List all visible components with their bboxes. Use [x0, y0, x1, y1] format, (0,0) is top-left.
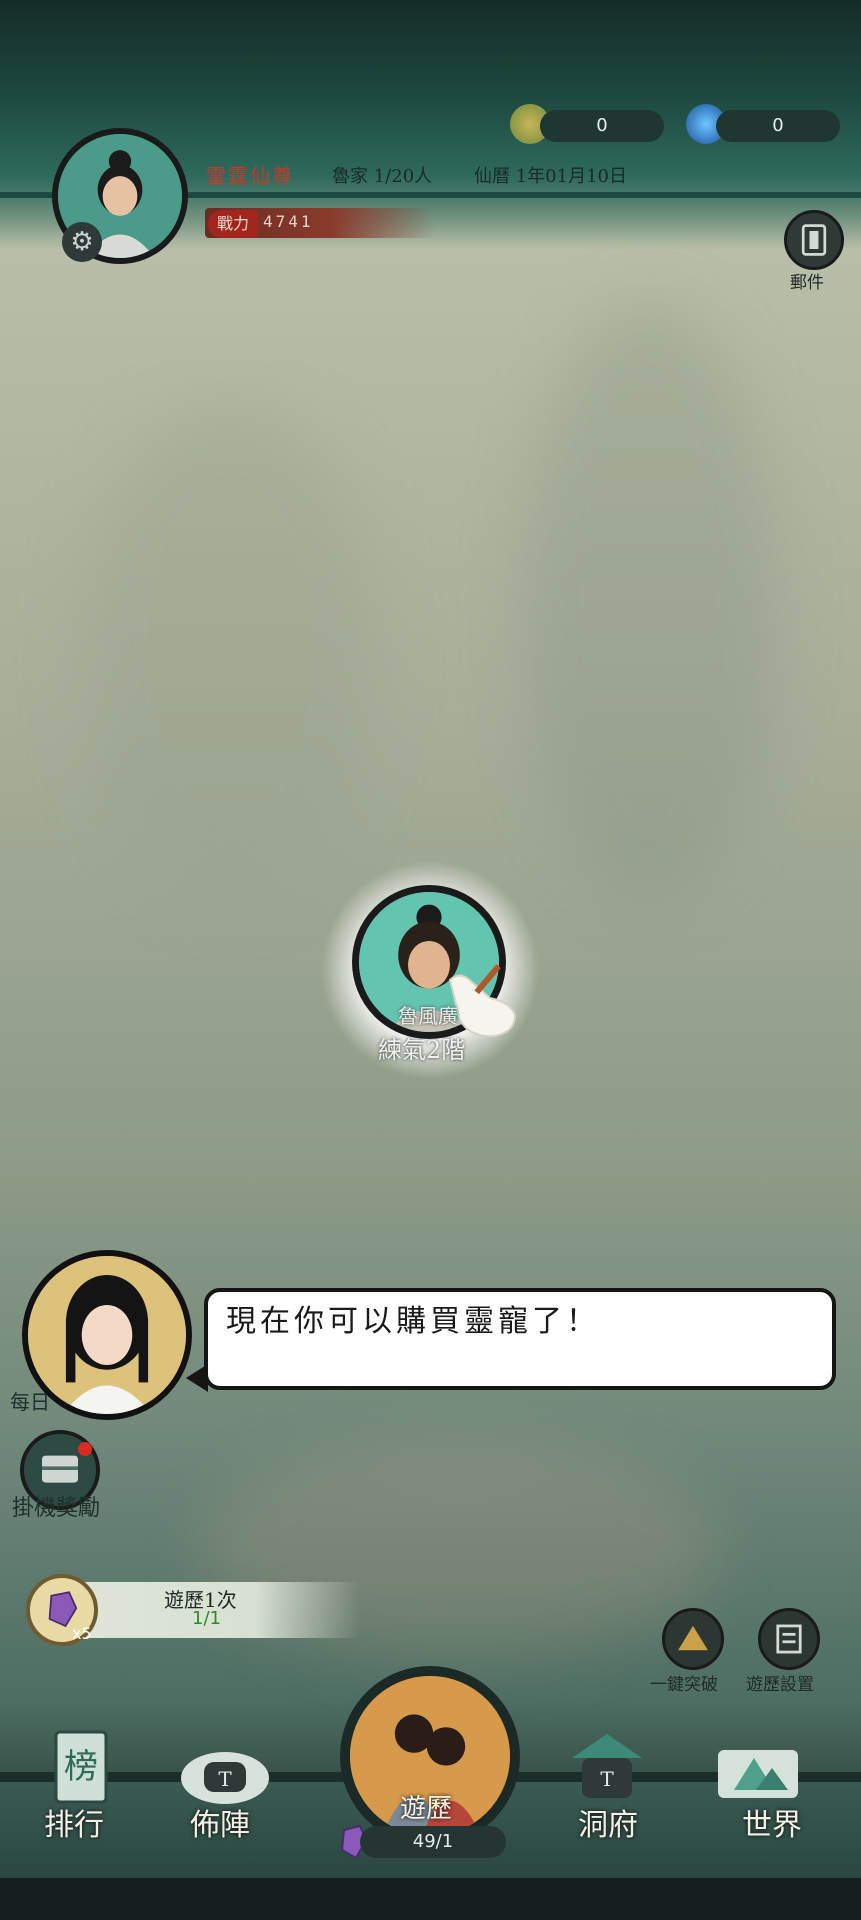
- nav-rank-label[interactable]: 排行: [44, 1800, 104, 1844]
- breakthrough-button[interactable]: [662, 1608, 724, 1670]
- mail-icon: [801, 224, 827, 256]
- combat-power-label: 戰力: [208, 210, 258, 238]
- currency-1-value: 0: [540, 110, 664, 142]
- mail-button[interactable]: [784, 210, 844, 270]
- guide-portrait: [22, 1250, 192, 1420]
- dialog-text: 現在你可以購買靈寵了！: [226, 1304, 600, 1339]
- npc-name: 魯風廣: [398, 1004, 458, 1028]
- background-mist: [80, 400, 380, 900]
- nav-cave-label[interactable]: 洞府: [578, 1800, 638, 1844]
- task-progress: 1/1: [192, 1608, 221, 1629]
- scroll-list-icon: [776, 1624, 802, 1654]
- notification-dot: [78, 1442, 92, 1456]
- nav-world-label[interactable]: 世界: [742, 1800, 802, 1844]
- mountain-icon: [678, 1625, 708, 1651]
- family-count: 魯家 1/20人: [332, 166, 433, 187]
- guide-portrait-icon: [28, 1256, 186, 1414]
- idle-reward-label: 掛機獎勵: [12, 1496, 101, 1521]
- nav-formation-label[interactable]: 佈陣: [190, 1800, 250, 1844]
- svg-text:T: T: [218, 1767, 232, 1791]
- npc-level: 練氣2階: [378, 1036, 466, 1064]
- nav-travel-label: 遊歷: [400, 1794, 453, 1824]
- calendar-date: 仙曆 1年01月10日: [474, 166, 627, 187]
- mail-label: 郵件: [790, 273, 824, 293]
- travel-settings-label: 遊歷設置: [746, 1675, 814, 1695]
- player-name: 雷霆仙尊: [206, 164, 294, 188]
- combat-power-value: 4741: [263, 212, 314, 231]
- breakthrough-label: 一鍵突破: [650, 1675, 718, 1695]
- currency-2-value: 0: [716, 110, 840, 142]
- system-nav-bar: [0, 1878, 861, 1920]
- gem-multiplier: x5: [72, 1624, 92, 1643]
- background-mountain: [520, 300, 780, 900]
- travel-settings-button[interactable]: [758, 1608, 820, 1670]
- settings-gear-icon[interactable]: ⚙: [62, 222, 102, 262]
- svg-text:榜: 榜: [64, 1747, 98, 1787]
- travel-count: 49/1: [360, 1826, 506, 1858]
- svg-text:T: T: [600, 1767, 614, 1791]
